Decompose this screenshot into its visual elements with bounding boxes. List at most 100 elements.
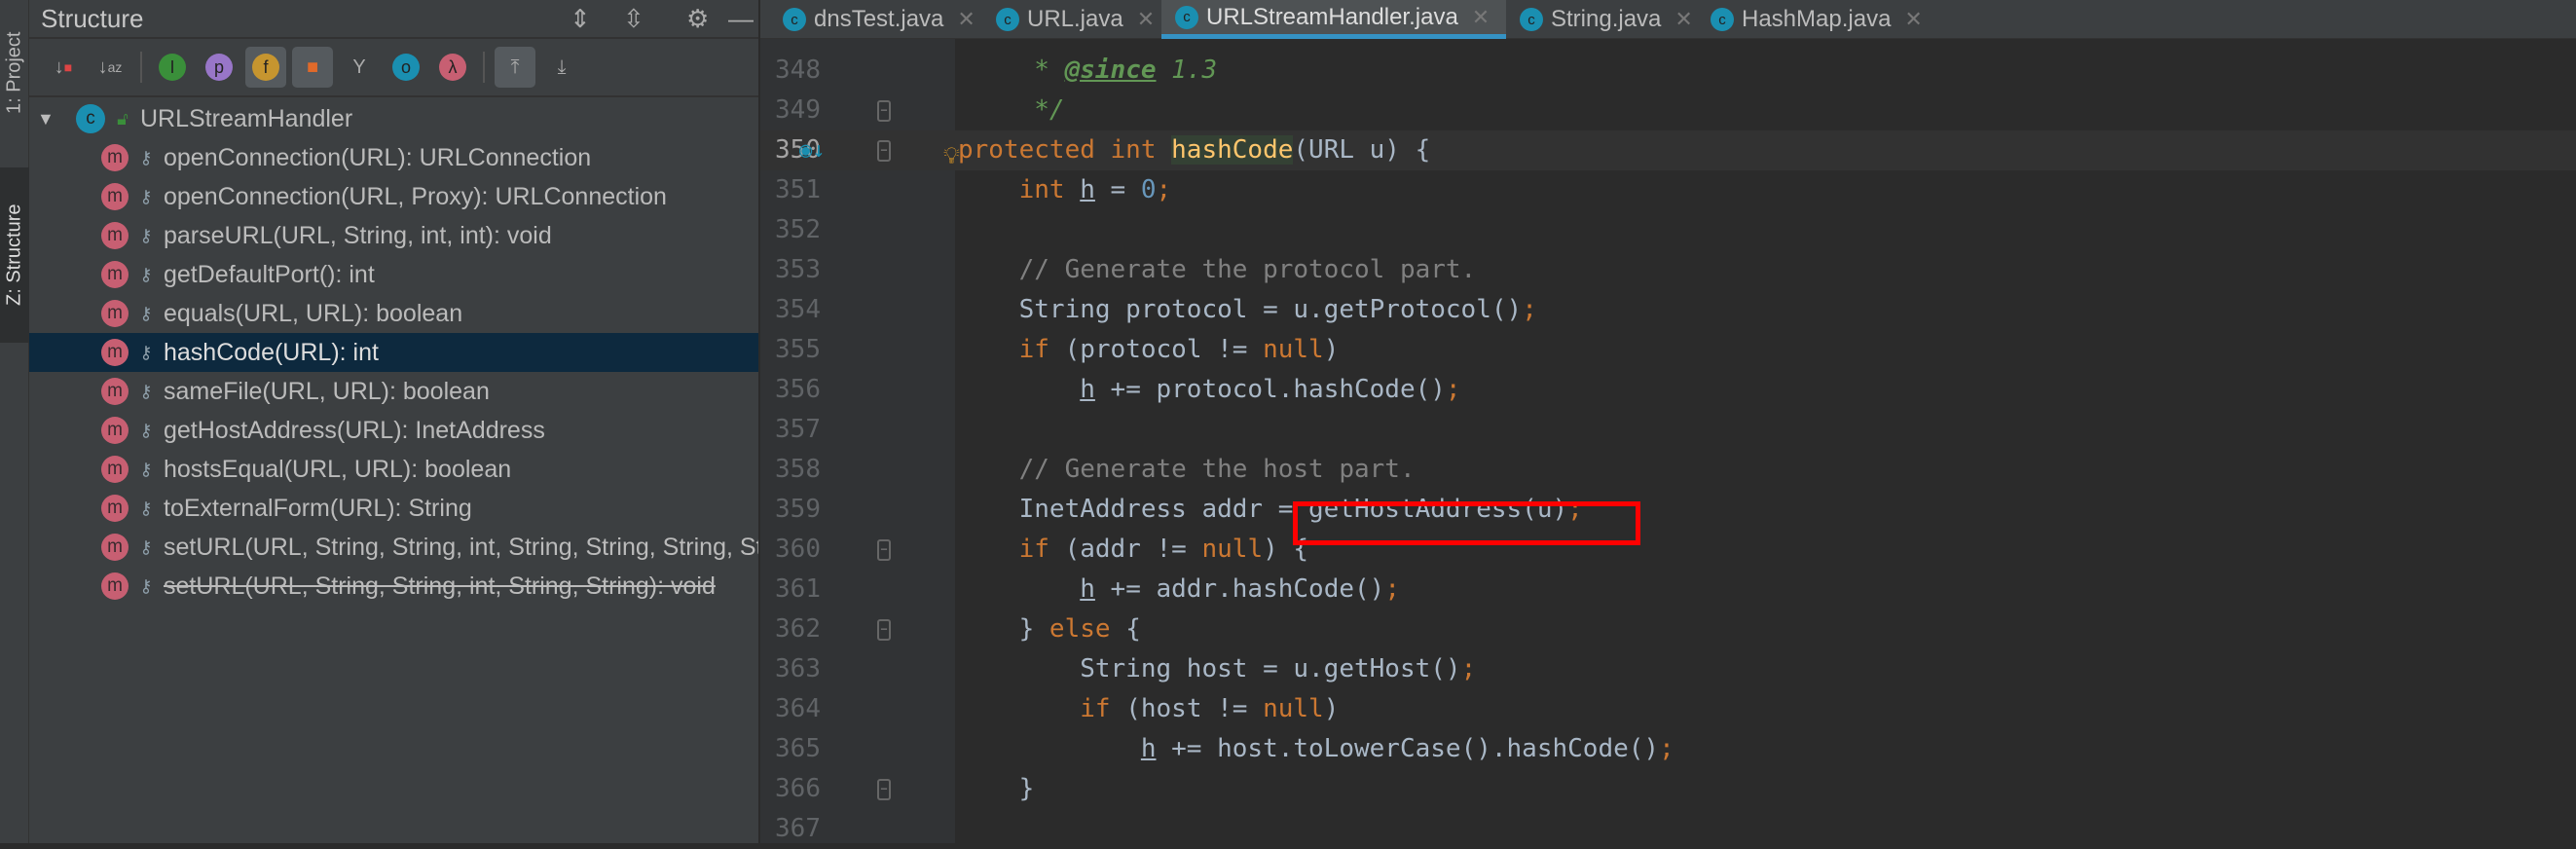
close-tab-icon[interactable]: ✕	[957, 7, 975, 32]
protected-key-icon: ⚷	[139, 575, 153, 596]
show-anonymous-icon[interactable]: Y	[339, 47, 380, 88]
collapse-all-icon[interactable]: ⇳	[623, 4, 644, 34]
tree-item[interactable]: m ⚷ openConnection(URL, Proxy): URLConnect…	[29, 177, 758, 216]
sort-alphabetically-icon[interactable]: ↓ az	[90, 47, 130, 88]
editor-tab[interactable]: c HashMap.java ✕	[1697, 0, 1931, 39]
tree-item[interactable]: m ⚷ equals(URL, URL): boolean	[29, 294, 758, 333]
panel-header: Structure ⇕ ⇳ ⚙ —	[29, 0, 758, 39]
code-token: += protocol.hashCode()	[1094, 375, 1446, 404]
protected-key-icon: ⚷	[139, 498, 153, 518]
code-token: h	[1080, 574, 1095, 604]
method-icon: m	[101, 417, 129, 444]
code-token: // Generate the host part.	[958, 455, 1416, 484]
code-text: }	[958, 769, 1035, 809]
code-token: )	[1323, 335, 1340, 364]
show-properties-icon[interactable]: p	[199, 47, 239, 88]
editor-tab[interactable]: c String.java ✕	[1506, 0, 1697, 39]
code-line: 360 if (addr != null) {−	[760, 530, 2576, 570]
gear-icon[interactable]: ⚙	[686, 4, 709, 34]
method-icon: m	[101, 572, 129, 600]
method-icon: m	[101, 261, 129, 288]
close-tab-icon[interactable]: ✕	[1674, 7, 1692, 32]
fold-marker-icon[interactable]: −	[877, 100, 891, 122]
structure-tool-tab[interactable]: Z: Structure	[0, 167, 29, 343]
tree-item[interactable]: m ⚷ hostsEqual(URL, URL): boolean	[29, 450, 758, 489]
public-lock-icon: 🔓︎	[117, 108, 129, 129]
fold-marker-icon[interactable]: −	[877, 539, 891, 561]
line-number: 361	[775, 574, 821, 604]
close-tab-icon[interactable]: ✕	[1137, 7, 1155, 32]
project-tool-tab[interactable]: 1: Project	[0, 0, 29, 146]
close-tab-icon[interactable]: ✕	[1904, 7, 1922, 32]
code-text: if (protocol != null)	[958, 330, 1340, 370]
fold-marker-icon[interactable]: −	[877, 619, 891, 641]
minimize-icon[interactable]: —	[728, 4, 754, 34]
tree-item[interactable]: m ⚷ getDefaultPort(): int	[29, 255, 758, 294]
code-text: protected int hashCode(URL u) {	[958, 130, 1430, 170]
protected-key-icon: ⚷	[139, 186, 153, 206]
show-circle-icon[interactable]: o	[386, 47, 426, 88]
code-token: h	[1140, 734, 1157, 763]
code-token: null	[1263, 335, 1324, 364]
tree-item[interactable]: m ⚷ setURL(URL, String, String, int, Strin…	[29, 528, 758, 567]
tree-item[interactable]: m ⚷ getHostAddress(URL): InetAddress	[29, 411, 758, 450]
tree-item-label: sameFile(URL, URL): boolean	[164, 377, 490, 405]
code-line: 365 h += host.toLowerCase().hashCode();	[760, 729, 2576, 769]
show-inherited-icon[interactable]: I	[152, 47, 193, 88]
line-number: 351	[775, 175, 821, 204]
expand-all-icon[interactable]: ⇕	[570, 4, 591, 34]
fold-marker-icon[interactable]: −	[877, 140, 891, 162]
autoscroll-to-source-icon[interactable]: ⤒	[495, 47, 535, 88]
code-text: String protocol = u.getProtocol();	[958, 290, 1537, 330]
code-text: String host = u.getHost();	[958, 649, 1476, 689]
tree-root-class[interactable]: ▼ c 🔓︎ URLStreamHandler	[29, 99, 758, 138]
method-icon: m	[101, 222, 129, 249]
code-text: } else {	[958, 609, 1141, 649]
code-token: if	[1080, 694, 1126, 723]
expand-arrow-icon[interactable]: ▼	[37, 109, 76, 129]
tree-item[interactable]: m ⚷ setURL(URL, String, String, int, Strin…	[29, 567, 758, 606]
code-line: 358 // Generate the host part.	[760, 450, 2576, 490]
close-tab-icon[interactable]: ✕	[1472, 5, 1490, 30]
line-number: 359	[775, 495, 821, 524]
show-non-public-icon[interactable]: ■	[292, 47, 333, 88]
code-editor[interactable]: c dnsTest.java ✕ c URL.java ✕ c URLStreamHandle…	[760, 0, 2576, 843]
override-marker-icon[interactable]: ◉↓	[799, 130, 826, 170]
sort-by-visibility-icon[interactable]: ↓ ■	[43, 47, 84, 88]
fold-marker-icon[interactable]: −	[877, 779, 891, 800]
editor-tab[interactable]: c URLStreamHandler.java ✕	[1161, 0, 1506, 39]
line-number: 357	[775, 415, 821, 444]
tree-item[interactable]: m ⚷ openConnection(URL): URLConnection	[29, 138, 758, 177]
editor-tab[interactable]: c dnsTest.java ✕	[769, 0, 982, 39]
tree-item[interactable]: m ⚷ sameFile(URL, URL): boolean	[29, 372, 758, 411]
side-tool-strip: 1: Project Z: Structure	[0, 0, 29, 843]
line-number: 355	[775, 335, 821, 364]
tree-item[interactable]: m ⚷ toExternalForm(URL): String	[29, 489, 758, 528]
code-token: {	[1125, 614, 1141, 644]
code-text: h += protocol.hashCode();	[958, 370, 1460, 410]
code-token: += host.toLowerCase().hashCode()	[1156, 734, 1660, 763]
code-token: =	[1094, 175, 1141, 204]
code-line: 348 * @since 1.3	[760, 51, 2576, 91]
method-icon: m	[101, 456, 129, 483]
editor-tab[interactable]: c URL.java ✕	[982, 0, 1161, 39]
code-token: (addr !=	[1064, 535, 1202, 564]
code-token: ;	[1659, 734, 1674, 763]
protected-key-icon: ⚷	[139, 264, 153, 284]
code-line: 363 String host = u.getHost();	[760, 649, 2576, 689]
method-icon: m	[101, 183, 129, 210]
autoscroll-from-source-icon[interactable]: ⤓	[541, 47, 582, 88]
tree-item-label: equals(URL, URL): boolean	[164, 299, 463, 327]
show-fields-icon[interactable]: f	[245, 47, 286, 88]
line-number: 352	[775, 215, 821, 244]
code-text: */	[958, 91, 1064, 130]
show-lambdas-icon[interactable]: λ	[432, 47, 473, 88]
tree-item[interactable]: m ⚷ hashCode(URL): int	[29, 333, 758, 372]
tree-item-label: setURL(URL, String, String, int, String,…	[164, 533, 758, 561]
tree-item[interactable]: m ⚷ parseURL(URL, String, int, int): void	[29, 216, 758, 255]
code-text: h += addr.hashCode();	[958, 570, 1400, 609]
tree-item-label: getDefaultPort(): int	[164, 260, 375, 288]
structure-panel: Structure ⇕ ⇳ ⚙ — ↓ ■ ↓ az I p f ■ Y o λ ⤒…	[29, 0, 760, 843]
